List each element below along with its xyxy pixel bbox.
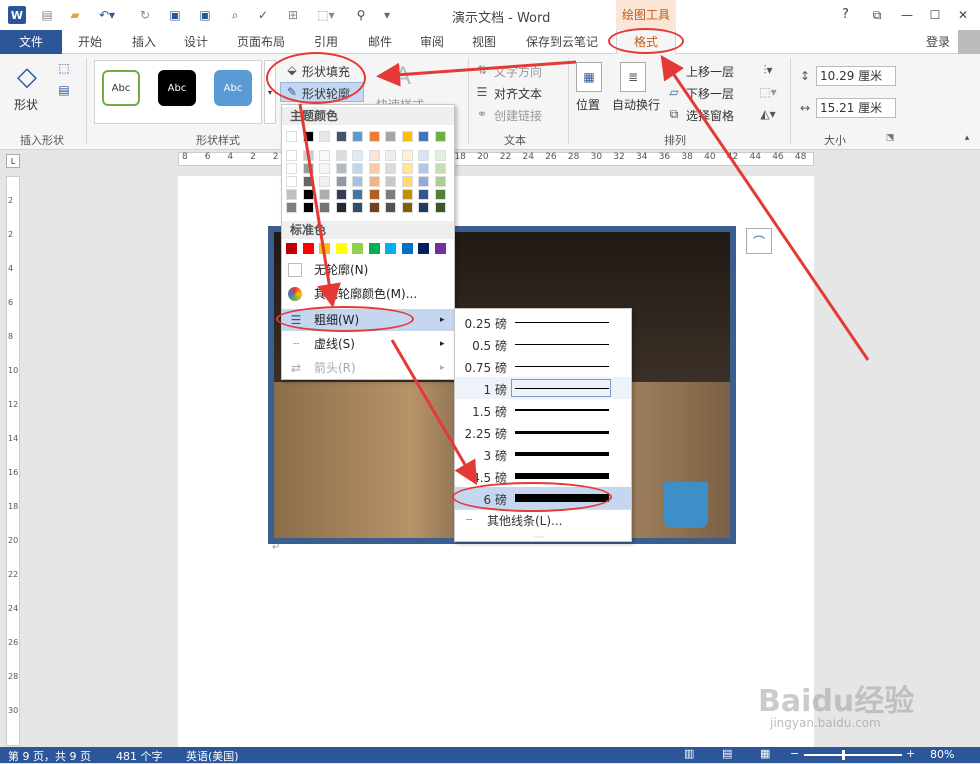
zoom-in-icon[interactable]: + — [906, 747, 915, 760]
word-count[interactable]: 481 个字 — [116, 748, 163, 764]
page-count[interactable]: 第 9 页，共 9 页 — [8, 748, 91, 764]
web-layout-icon[interactable]: ▦ — [760, 747, 770, 760]
watermark-brand: Baidu经验 — [758, 684, 915, 719]
zoom-out-icon[interactable]: − — [790, 747, 799, 760]
status-bar: 第 9 页，共 9 页 481 个字 英语(美国) ▥ ▤ ▦ − + 80% — [0, 747, 980, 763]
read-mode-icon[interactable]: ▥ — [684, 747, 694, 760]
zoom-slider-thumb[interactable] — [842, 750, 845, 760]
language[interactable]: 英语(美国) — [186, 748, 239, 764]
watermark-url: jingyan.baidu.com — [770, 716, 881, 730]
zoom-slider[interactable] — [804, 754, 902, 756]
print-layout-icon[interactable]: ▤ — [722, 747, 732, 760]
zoom-level[interactable]: 80% — [930, 748, 954, 761]
annotation-arrows — [298, 55, 870, 486]
